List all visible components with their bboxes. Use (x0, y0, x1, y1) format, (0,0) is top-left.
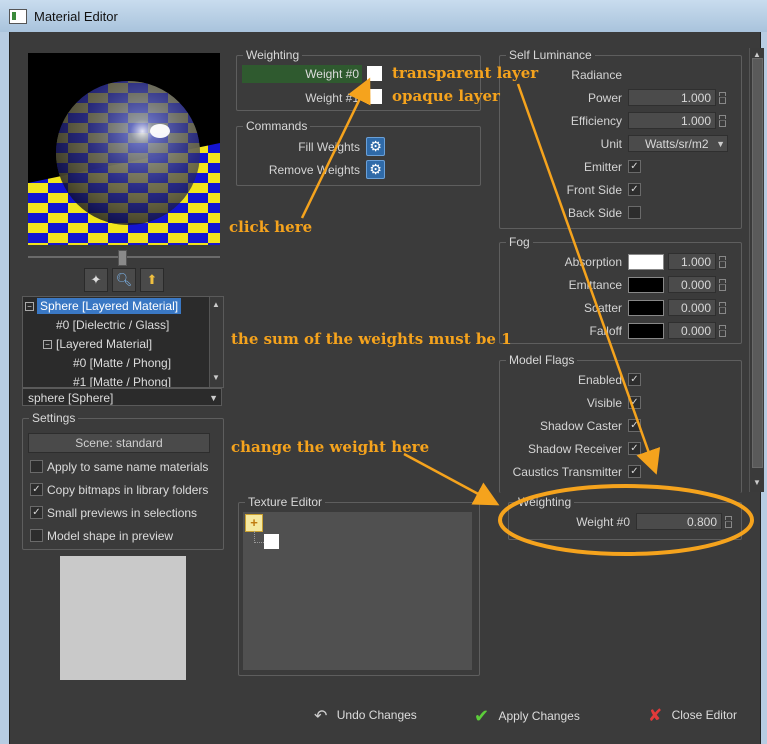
arrow-click (300, 77, 371, 219)
annotation-transparent-layer: transparent layer (392, 64, 539, 82)
arrow-change (403, 452, 500, 506)
highlight-ellipse (498, 484, 754, 556)
annotation-sum-weights: the sum of the weights must be 1 (231, 330, 512, 348)
annotation-click-here: click here (229, 218, 313, 236)
annotation-change-weight: change the weight here (231, 438, 430, 456)
arrow-sum (516, 83, 661, 475)
annotation-opaque-layer: opaque layer (392, 87, 500, 105)
annotation-overlay (300, 77, 754, 556)
